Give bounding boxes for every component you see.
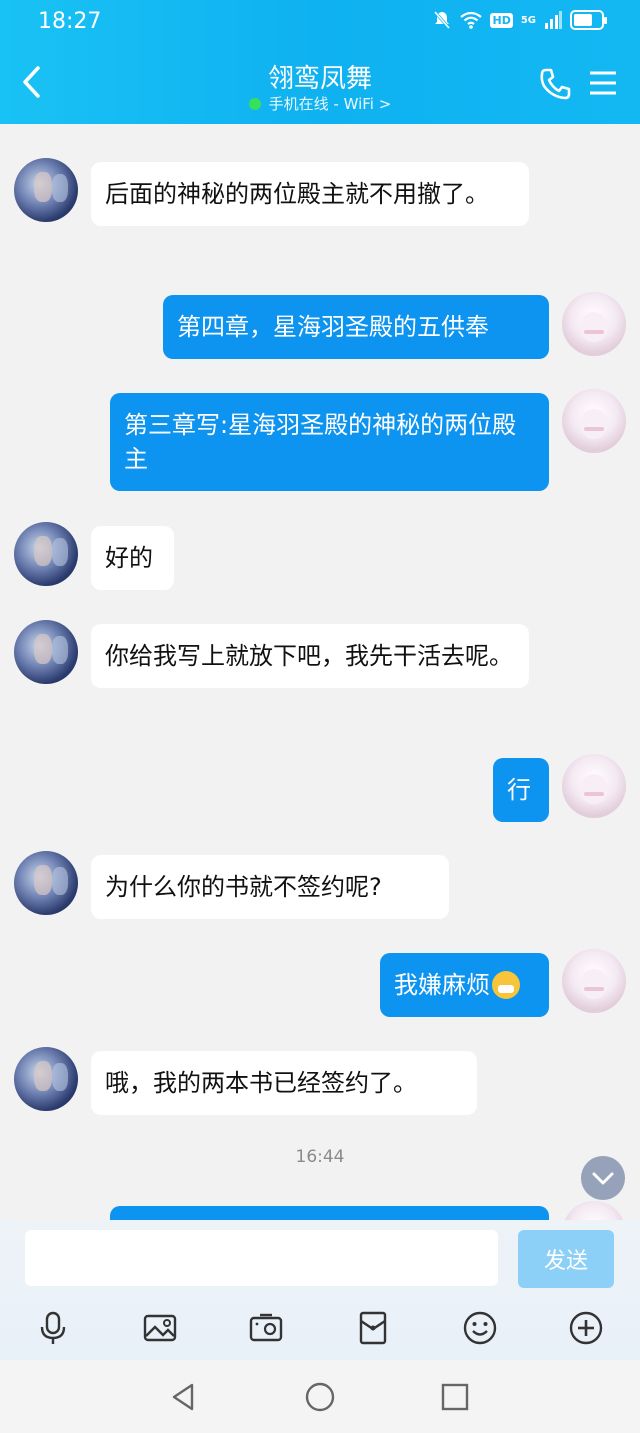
camera-button[interactable] <box>246 1308 286 1348</box>
system-navigation-bar <box>0 1360 640 1433</box>
message-list[interactable]: 后面的神秘的两位殿主就不用撤了。 第四章，星海羽圣殿的五供奉 第三章写:星海羽圣… <box>0 124 640 1220</box>
message-input[interactable] <box>25 1230 498 1286</box>
status-icons: HD 5G <box>432 10 607 30</box>
image-icon <box>143 1314 177 1342</box>
emoji-icon <box>463 1311 497 1345</box>
network-label: 5G <box>520 14 536 26</box>
contact-avatar[interactable] <box>14 1047 78 1111</box>
more-button[interactable] <box>566 1308 606 1348</box>
contact-avatar[interactable] <box>14 620 78 684</box>
red-packet-icon <box>359 1311 387 1345</box>
send-button[interactable]: 发送 <box>518 1230 614 1288</box>
camera-icon <box>249 1313 283 1342</box>
contact-avatar[interactable] <box>14 851 78 915</box>
composer: 发送 <box>0 1220 640 1360</box>
mute-bell-icon <box>434 11 451 29</box>
phone-call-icon[interactable] <box>538 66 574 102</box>
message-bubble-incoming[interactable]: 哦，我的两本书已经签约了。 <box>91 1051 477 1115</box>
home-circle-icon[interactable] <box>303 1380 337 1414</box>
message-bubble-outgoing[interactable]: 我嫌麻烦 <box>380 953 549 1017</box>
message-text: 我嫌麻烦 <box>394 971 490 999</box>
message-bubble-incoming[interactable]: 为什么你的书就不签约呢? <box>91 855 449 919</box>
my-avatar[interactable] <box>562 1201 626 1220</box>
my-avatar[interactable] <box>562 292 626 356</box>
online-status-text: 手机在线 - WiFi > <box>268 95 392 113</box>
message-bubble-outgoing[interactable]: 第三章写:星海羽圣殿的神秘的两位殿主 <box>110 393 549 491</box>
menu-icon[interactable] <box>588 70 618 96</box>
chat-header: 18:27 HD 5G 翎鸾凤舞 手机在线 - WiFi > <box>0 0 640 124</box>
my-avatar[interactable] <box>562 754 626 818</box>
message-bubble-incoming[interactable]: 好的 <box>91 526 174 590</box>
battery-icon <box>570 10 607 30</box>
emoji-button[interactable] <box>460 1308 500 1348</box>
mask-emoji-icon <box>492 971 520 999</box>
message-bubble-outgoing[interactable]: 第四章，星海羽圣殿的五供奉 <box>163 295 549 359</box>
contact-avatar[interactable] <box>14 522 78 586</box>
message-bubble-incoming[interactable]: 后面的神秘的两位殿主就不用撤了。 <box>91 162 529 226</box>
status-time: 18:27 <box>38 9 102 34</box>
red-packet-button[interactable] <box>353 1308 393 1348</box>
online-dot-icon <box>248 98 261 110</box>
back-triangle-icon[interactable] <box>166 1380 200 1414</box>
microphone-icon <box>40 1311 66 1344</box>
chevron-down-icon <box>592 1172 614 1185</box>
message-timestamp: 16:44 <box>295 1147 345 1167</box>
wifi-icon <box>460 11 483 29</box>
plus-icon <box>569 1311 603 1345</box>
my-avatar[interactable] <box>562 949 626 1013</box>
message-bubble-outgoing[interactable]: 行 <box>493 758 549 822</box>
scroll-to-bottom-button[interactable] <box>581 1156 625 1200</box>
photo-button[interactable] <box>140 1308 180 1348</box>
signal-icon <box>545 11 562 29</box>
message-bubble-outgoing[interactable] <box>110 1206 549 1220</box>
voice-button[interactable] <box>33 1308 73 1348</box>
status-bar: 18:27 HD 5G <box>0 0 640 44</box>
message-bubble-incoming[interactable]: 你给我写上就放下吧，我先干活去呢。 <box>91 624 529 688</box>
recent-apps-square-icon[interactable] <box>438 1380 472 1414</box>
my-avatar[interactable] <box>562 389 626 453</box>
contact-avatar[interactable] <box>14 158 78 222</box>
hd-badge: HD <box>490 12 513 28</box>
